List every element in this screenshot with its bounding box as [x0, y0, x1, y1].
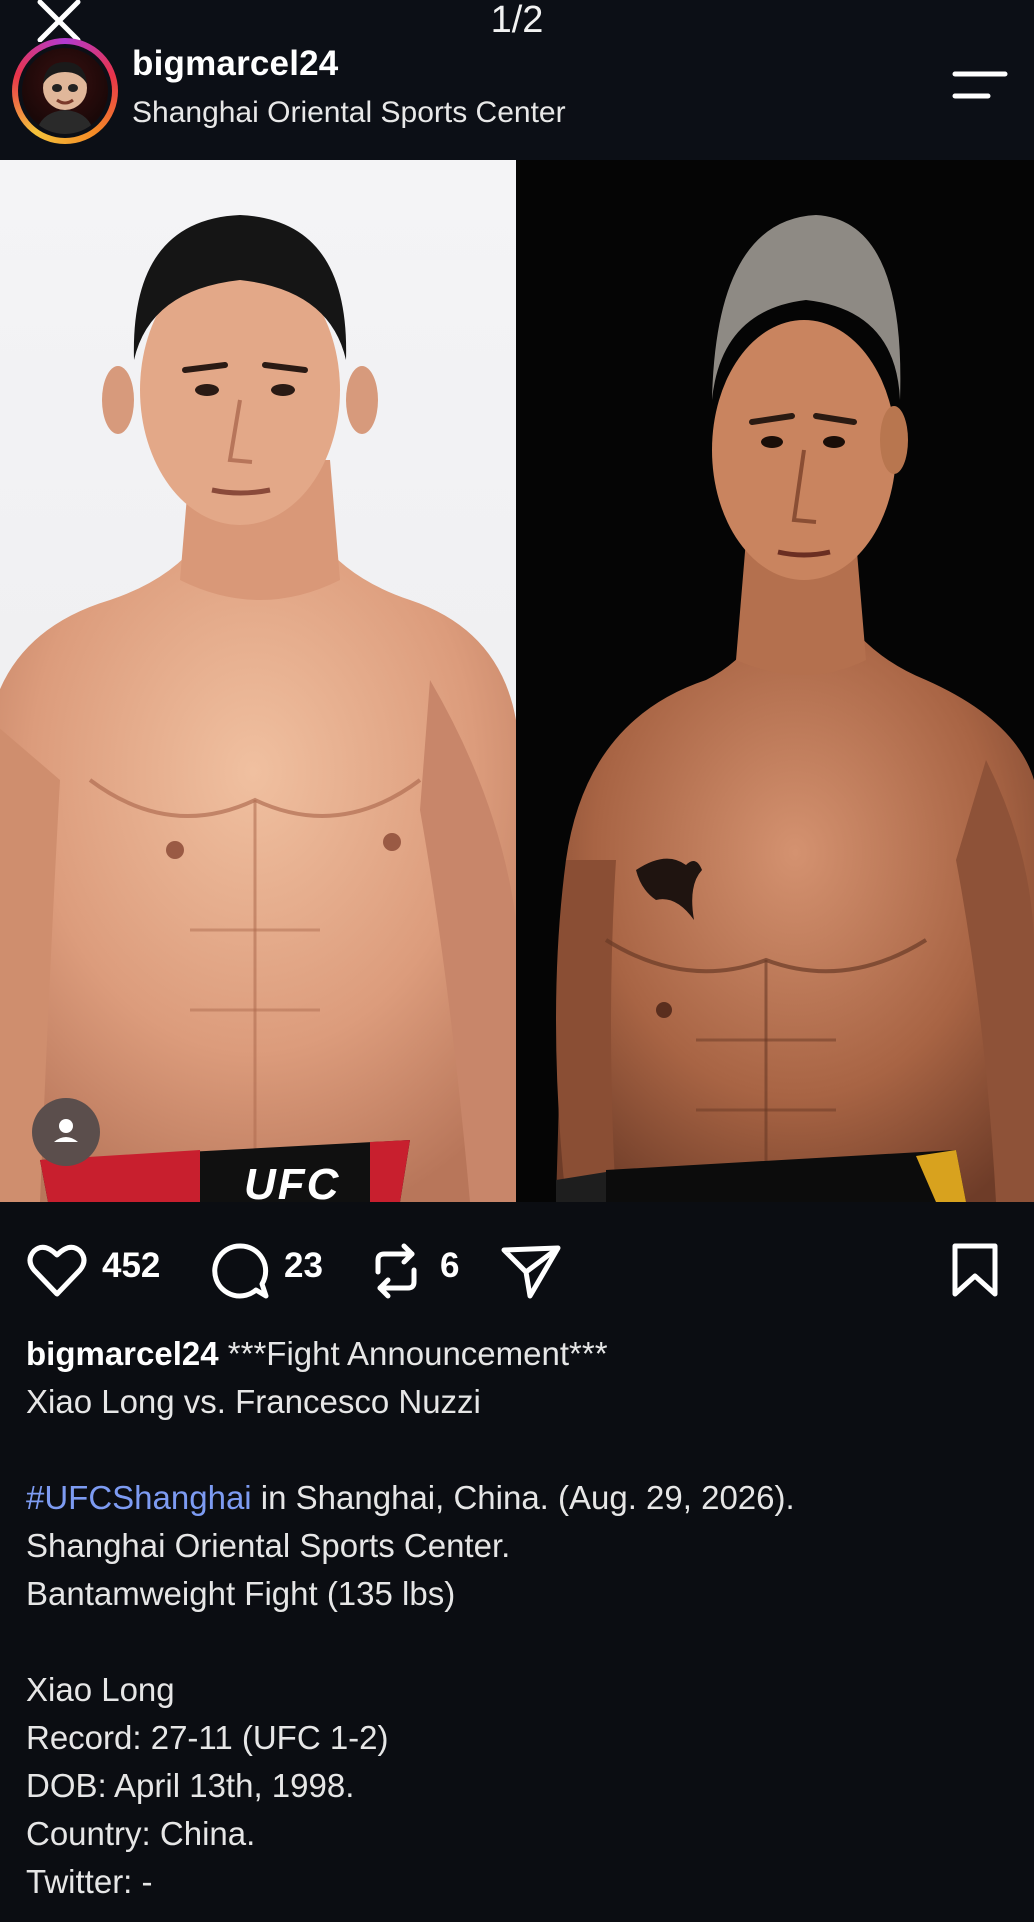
caption-country: Country: China. [26, 1815, 256, 1852]
caption-username[interactable]: bigmarcel24 [26, 1335, 219, 1372]
menu-icon [952, 71, 1008, 99]
avatar[interactable] [12, 38, 118, 144]
fighter-photo-right [516, 160, 1034, 1202]
caption-record: Record: 27-11 (UFC 1-2) [26, 1719, 389, 1756]
post-header: 1/2 bigmarcel24 Shanghai Oriental Sports… [0, 0, 1034, 160]
bottom-bar [0, 1902, 1034, 1922]
header-username[interactable]: bigmarcel24 [132, 44, 338, 84]
like-count[interactable]: 452 [102, 1246, 160, 1286]
person-icon [54, 1119, 78, 1142]
close-button[interactable] [34, 0, 84, 43]
tag-people-button[interactable] [32, 1098, 100, 1166]
caption-fighter-name: Xiao Long [26, 1671, 175, 1708]
comment-count[interactable]: 23 [284, 1246, 323, 1286]
caption-twitter: Twitter: - [26, 1863, 153, 1900]
caption-title: ***Fight Announcement*** [227, 1335, 608, 1372]
caption-venue: Shanghai Oriental Sports Center. [26, 1527, 511, 1564]
avatar-image [22, 48, 108, 134]
caption-location-text: in Shanghai, China. (Aug. 29, 2026). [251, 1479, 795, 1516]
share-icon[interactable] [500, 1242, 562, 1300]
comment-icon[interactable] [210, 1242, 270, 1300]
header-location[interactable]: Shanghai Oriental Sports Center [132, 96, 566, 130]
shorts-logo: UFC [244, 1160, 341, 1202]
post-caption: bigmarcel24 ***Fight Announcement*** Xia… [26, 1330, 1006, 1906]
fighter-photo-left: UFC [0, 160, 516, 1202]
bookmark-icon[interactable] [950, 1242, 1000, 1298]
heart-icon[interactable] [26, 1242, 88, 1298]
hashtag-link[interactable]: #UFCShanghai [26, 1479, 252, 1516]
action-bar: 452 23 6 [0, 1202, 1034, 1322]
post-image[interactable]: UFC [0, 160, 1034, 1202]
menu-button[interactable] [952, 68, 1008, 104]
caption-dob: DOB: April 13th, 1998. [26, 1767, 355, 1804]
repost-icon[interactable] [368, 1242, 424, 1300]
page-indicator: 1/2 [490, 0, 544, 41]
caption-weight-class: Bantamweight Fight (135 lbs) [26, 1575, 456, 1612]
close-icon [37, 0, 81, 43]
repost-count[interactable]: 6 [440, 1246, 459, 1286]
caption-matchup: Xiao Long vs. Francesco Nuzzi [26, 1383, 481, 1420]
